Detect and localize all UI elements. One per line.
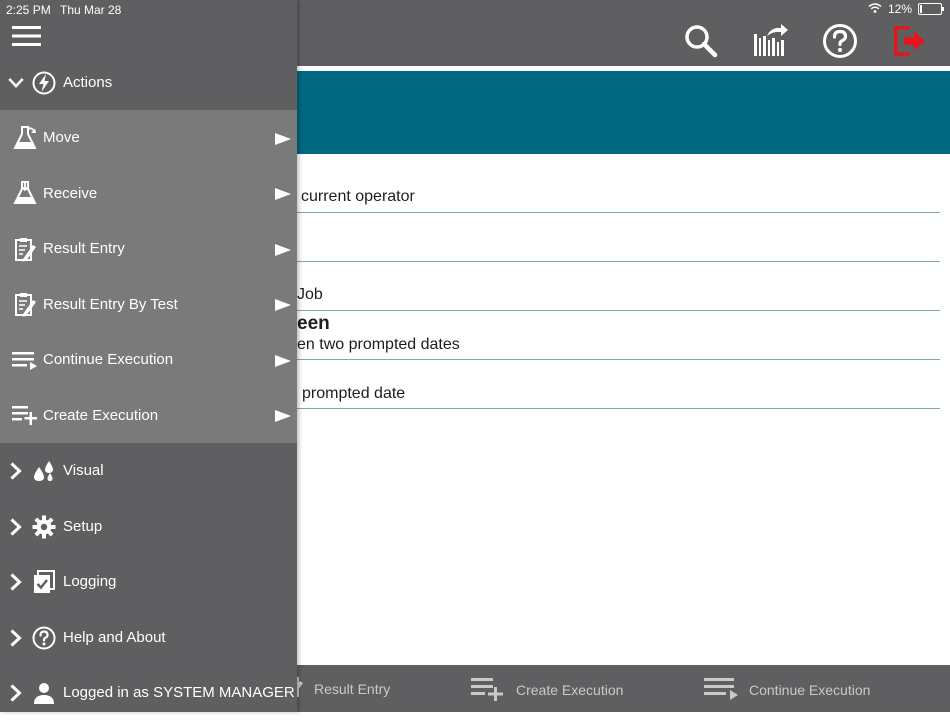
submenu-label: Result Entry xyxy=(43,240,125,257)
submenu-label: Move xyxy=(43,129,80,146)
section-actions[interactable]: Actions xyxy=(0,55,297,110)
arrow-right-icon xyxy=(275,187,291,200)
bottom-item-label: Create Execution xyxy=(516,681,624,698)
row-text: Job xyxy=(297,286,323,303)
section-label: Logged in as SYSTEM MANAGER xyxy=(63,684,295,701)
clipboard-edit-icon xyxy=(12,291,38,317)
chevron-down-icon xyxy=(8,75,24,91)
search-icon[interactable] xyxy=(683,22,719,60)
section-logging[interactable]: Logging xyxy=(0,554,297,609)
log-check-icon xyxy=(32,569,56,594)
section-label: Help and About xyxy=(63,629,166,646)
section-label: Actions xyxy=(63,74,113,91)
flask-icon xyxy=(12,180,38,206)
chevron-right-icon xyxy=(8,461,24,480)
arrow-right-icon xyxy=(275,243,291,256)
section-label: Setup xyxy=(63,518,103,535)
submenu-label: Create Execution xyxy=(43,406,159,424)
battery-fill xyxy=(920,5,922,13)
battery-percent: 12% xyxy=(887,2,912,16)
submenu-item-receive[interactable]: Receive xyxy=(0,166,297,221)
gear-icon xyxy=(32,515,56,539)
help-icon[interactable] xyxy=(822,22,858,60)
help-icon xyxy=(32,626,56,650)
submenu-item-create-execution[interactable]: Create Execution xyxy=(0,388,297,443)
list-arrow-icon xyxy=(12,347,38,373)
continue-execution-icon xyxy=(703,675,739,704)
submenu-item-continue-execution[interactable]: Continue Execution xyxy=(0,332,297,387)
bottom-item-label: Result Entry xyxy=(314,680,391,697)
status-date: Thu Mar 28 xyxy=(60,3,122,17)
bottom-continue-execution-button[interactable]: Continue Execution xyxy=(703,675,870,704)
submenu-label: Continue Execution xyxy=(43,351,174,368)
battery-icon xyxy=(918,3,944,15)
row-text: en two prompted dates xyxy=(297,336,460,353)
bottom-item-label: Continue Execution xyxy=(749,681,871,698)
clipboard-edit-icon xyxy=(12,236,38,262)
submenu-label: Result Entry By Test xyxy=(43,295,178,313)
chevron-right-icon xyxy=(8,517,24,536)
actions-submenu: Move Receive Result Entry Result Entry B… xyxy=(0,110,297,443)
submenu-item-result-entry[interactable]: Result Entry xyxy=(0,221,297,276)
barcode-share-icon[interactable] xyxy=(753,22,789,60)
submenu-item-move[interactable]: Move xyxy=(0,110,297,165)
section-label: Visual xyxy=(63,462,104,479)
section-label: Logging xyxy=(63,573,117,590)
battery-tip xyxy=(942,7,944,11)
user-icon xyxy=(32,681,56,705)
chevron-right-icon xyxy=(8,683,24,702)
row-heading: een xyxy=(297,313,330,334)
hamburger-icon[interactable] xyxy=(12,25,44,49)
submenu-label: Receive xyxy=(43,184,98,202)
create-execution-icon xyxy=(470,675,506,704)
arrow-right-icon xyxy=(275,354,291,367)
logout-icon[interactable] xyxy=(891,22,927,60)
submenu-item-result-entry-by-test[interactable]: Result Entry By Test xyxy=(0,277,297,332)
bottom-result-entry-button[interactable]: Result Entry xyxy=(282,675,390,702)
list-plus-icon xyxy=(12,402,38,428)
section-setup[interactable]: Setup xyxy=(0,499,297,554)
lightning-icon xyxy=(32,71,56,95)
section-help-and-about[interactable]: Help and About xyxy=(0,610,297,665)
droplets-icon xyxy=(32,459,56,483)
status-bar: 2:25 PM Thu Mar 28 12% xyxy=(0,0,950,18)
chevron-right-icon xyxy=(8,572,24,591)
status-right: 12% xyxy=(868,2,944,16)
wifi-icon xyxy=(868,2,882,16)
flask-icon xyxy=(12,125,38,151)
arrow-right-icon xyxy=(275,409,291,422)
arrow-right-icon xyxy=(275,132,291,145)
section-visual[interactable]: Visual xyxy=(0,443,297,498)
row-text: prompted date xyxy=(302,385,406,402)
chevron-right-icon xyxy=(8,628,24,647)
navigation-drawer: Actions Move Receive Result Entry Result… xyxy=(0,0,297,712)
row-text: current operator xyxy=(301,188,415,205)
bottom-create-execution-button[interactable]: Create Execution xyxy=(470,675,623,704)
status-time: 2:25 PM xyxy=(6,3,51,17)
arrow-right-icon xyxy=(275,298,291,311)
